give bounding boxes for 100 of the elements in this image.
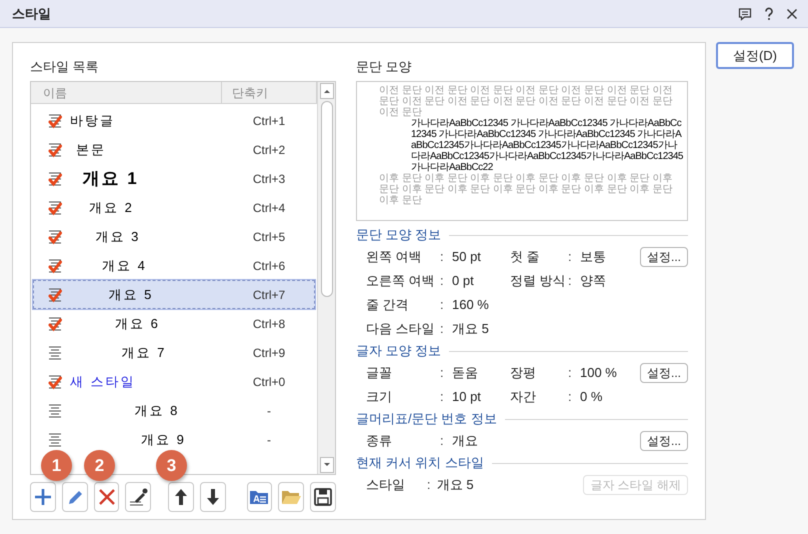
field-value: 보통	[580, 248, 607, 266]
field-label: 첫 줄	[510, 248, 541, 266]
scrollbar[interactable]	[317, 82, 335, 474]
field-label: 줄 간격	[366, 296, 410, 314]
colon-text: :	[568, 388, 573, 406]
help-icon[interactable]	[764, 6, 774, 20]
preview-text: 가나다라AaBbCc12345 가나다라AaBbCc12345 가나다라AaBbCc12345 가나다라AaBbCc12345 가나다라AaBbCc12345 가나다라AaBbCc12345가나다라AaBbCc12345가나다라AaBbCc12345가나다라AaBbCc12345가나다라AaBbCc12345가나다라AaBbCc12345가나다라AaBbCc22	[410, 118, 683, 173]
section-title: 현재 커서 위치 스타일	[356, 454, 484, 472]
settings-button[interactable]: 설정...	[640, 363, 688, 383]
shortcut-text: Ctrl+6	[252, 258, 286, 274]
style-name: 개요 3	[96, 228, 140, 246]
shortcut-text: -	[266, 432, 272, 448]
section-title: 문단 모양 정보	[356, 226, 442, 244]
style-row[interactable]: 개요 1 Ctrl+3	[33, 164, 315, 193]
colon-text: :	[440, 432, 445, 450]
shortcut-text: Ctrl+4	[252, 200, 286, 216]
field-value: 개요 5	[452, 320, 490, 338]
shortcut-text: Ctrl+9	[252, 344, 286, 362]
preview-title: 문단 모양	[356, 58, 413, 76]
field-value: 돋움	[452, 364, 479, 382]
style-name: 개요 8	[134, 402, 180, 420]
list-title: 스타일 목록	[30, 58, 100, 76]
colon-text: :	[440, 248, 445, 266]
shortcut-text: Ctrl+1	[252, 112, 286, 130]
preview-text: 이전 문단 이전 문단 이전 문단 이전 문단 이전 문단 이전 문단 이전 문단 이전 문단 이전 문단 이전 문단 이전 문단 이전 문단 이전 문단 이전 문단	[378, 85, 674, 118]
style-row[interactable]: 바탕글 Ctrl+1	[33, 106, 315, 135]
colon-text: :	[440, 320, 445, 338]
field-value: 10 pt	[452, 388, 482, 406]
eyedropper-button[interactable]	[125, 482, 152, 512]
style-name: 본문	[76, 140, 106, 159]
field-value: 100 %	[580, 364, 618, 382]
shortcut-text: Ctrl+3	[252, 170, 286, 188]
shortcut-text: Ctrl+7	[252, 286, 286, 304]
save-icon	[312, 486, 334, 508]
field-label: 다음 스타일	[366, 320, 436, 338]
style-name: 새 스타일	[70, 372, 136, 391]
style-name: 개요 1	[82, 168, 139, 190]
field-label: 크기	[366, 388, 393, 406]
setup-button[interactable]: 설정(D)	[716, 42, 794, 69]
field-value: 0 %	[580, 388, 604, 406]
style-name: 개요 9	[141, 430, 186, 449]
style-name: 개요 4	[102, 256, 147, 275]
style-row[interactable]: 개요 7 Ctrl+9	[33, 338, 315, 367]
shortcut-text: -	[266, 402, 272, 420]
field-value: 0 pt	[452, 272, 475, 290]
colon-text: :	[568, 272, 573, 290]
style-row[interactable]: 개요 2 Ctrl+4	[33, 193, 315, 222]
field-label: 오른쪽 여백	[366, 272, 436, 290]
delete-button[interactable]	[94, 482, 120, 512]
settings-button[interactable]: 설정...	[640, 431, 688, 451]
style-row[interactable]: 새 스타일 Ctrl+0	[33, 367, 315, 396]
field-label: 글꼴	[366, 364, 393, 382]
colon-text: :	[440, 388, 445, 406]
eyedropper-icon	[127, 486, 150, 508]
shortcut-text: Ctrl+5	[252, 228, 286, 246]
scroll-thumb[interactable]	[320, 101, 332, 297]
section-title: 글자 모양 정보	[356, 342, 442, 360]
field-label: 스타일	[366, 476, 406, 494]
style-name: 바탕글	[70, 112, 115, 130]
style-row[interactable]: 본문 Ctrl+2	[33, 135, 315, 164]
scroll-up-icon[interactable]	[320, 83, 334, 99]
style-folder-button[interactable]	[246, 482, 272, 512]
style-row[interactable]: 개요 4 Ctrl+6	[33, 251, 315, 280]
scroll-down-icon[interactable]	[320, 457, 334, 473]
field-label: 장평	[510, 364, 537, 382]
shortcut-text: Ctrl+0	[252, 374, 286, 390]
field-label: 정렬 방식	[510, 272, 567, 290]
colon-text: :	[568, 364, 573, 382]
style-row[interactable]: 개요 5 Ctrl+7	[33, 280, 315, 309]
colon-text: :	[426, 476, 432, 494]
style-row[interactable]: 개요 3 Ctrl+5	[33, 222, 315, 251]
colon-text: :	[568, 248, 573, 266]
field-label: 왼쪽 여백	[366, 248, 423, 266]
section-title: 글머리표/문단 번호 정보	[356, 410, 497, 428]
colon-text: :	[440, 364, 445, 382]
field-value: 160 %	[452, 296, 490, 314]
style-name: 개요 2	[89, 198, 134, 217]
field-value: 양쪽	[580, 272, 607, 290]
save-button[interactable]	[310, 482, 336, 512]
colon-text: :	[440, 272, 445, 290]
shortcut-text: Ctrl+2	[252, 142, 286, 158]
comment-icon[interactable]	[738, 6, 752, 20]
field-label: 자간	[510, 388, 537, 406]
edit-button[interactable]	[62, 482, 88, 512]
style-row[interactable]: 개요 8 -	[33, 396, 315, 425]
window-title: 스타일	[12, 4, 51, 23]
style-name: 개요 7	[122, 344, 166, 362]
style-row[interactable]: 개요 6 Ctrl+8	[33, 309, 315, 338]
field-value: 개요	[452, 432, 479, 450]
move-down-button[interactable]	[200, 482, 226, 512]
style-name: 개요 5	[108, 286, 154, 304]
close-icon[interactable]	[786, 8, 798, 20]
move-up-button[interactable]	[168, 482, 194, 512]
colon-text: :	[440, 296, 445, 314]
shortcut-text: Ctrl+8	[252, 316, 286, 332]
field-value: 개요 5	[436, 476, 475, 494]
settings-button[interactable]: 설정...	[640, 247, 688, 267]
preview-text: 이후 문단 이후 문단 이후 문단 이후 문단 이후 문단 이후 문단 이후 문단 이후 문단 이후 문단 이후 문단 이후 문단 이후 문단 이후 문단 이후 문단	[378, 173, 674, 206]
add-button[interactable]	[30, 482, 56, 512]
field-value: 50 pt	[452, 248, 482, 266]
